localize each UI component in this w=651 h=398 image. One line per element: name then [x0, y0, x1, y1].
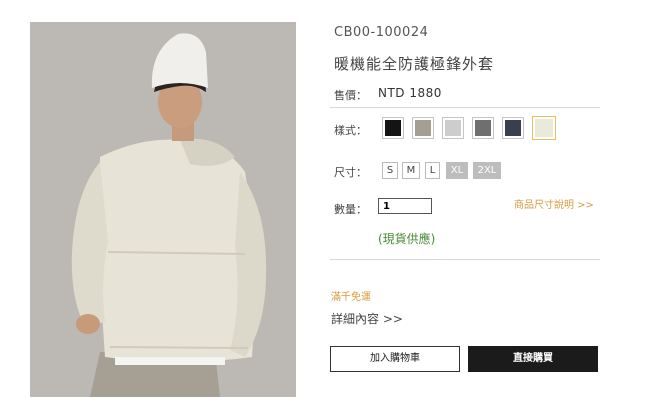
stock-status: (現貨供應) — [378, 232, 436, 246]
details-link[interactable]: 詳細內容 >> — [331, 310, 403, 327]
color-swatch-navy[interactable] — [502, 117, 524, 139]
product-photo — [30, 22, 296, 397]
size-option-xl[interactable]: XL — [446, 162, 468, 179]
add-to-cart-button[interactable]: 加入購物車 — [330, 346, 460, 372]
product-sku: CB00-100024 — [334, 25, 429, 40]
product-title: 暖機能全防護極鋒外套 — [334, 55, 495, 73]
divider — [330, 107, 600, 108]
color-chip — [445, 120, 461, 136]
size-guide-link[interactable]: 商品尺寸說明 >> — [514, 196, 594, 211]
color-swatch-taupe[interactable] — [412, 117, 434, 139]
size-option-s[interactable]: S — [382, 162, 398, 179]
size-option-l[interactable]: L — [425, 162, 440, 179]
color-chip — [385, 120, 401, 136]
buy-now-button[interactable]: 直接購買 — [468, 346, 598, 372]
quantity-input[interactable] — [378, 198, 432, 214]
style-label: 樣式： — [334, 124, 367, 137]
color-swatch-light-gray[interactable] — [442, 117, 464, 139]
free-shipping-note: 滿千免運 — [331, 292, 371, 303]
price-label: 售價： — [334, 89, 367, 102]
price-value: NTD 1880 — [378, 86, 442, 100]
size-option-2xl[interactable]: 2XL — [473, 162, 501, 179]
color-chip — [415, 120, 431, 136]
color-chip — [505, 120, 521, 136]
color-chip — [475, 120, 491, 136]
quantity-label: 數量： — [334, 203, 367, 216]
color-swatch-dark-gray[interactable] — [472, 117, 494, 139]
size-label: 尺寸： — [334, 166, 367, 179]
color-swatch-black[interactable] — [382, 117, 404, 139]
size-option-m[interactable]: M — [402, 162, 420, 179]
color-swatch-ivory[interactable] — [532, 116, 556, 140]
divider — [330, 259, 600, 260]
color-chip — [535, 119, 553, 137]
